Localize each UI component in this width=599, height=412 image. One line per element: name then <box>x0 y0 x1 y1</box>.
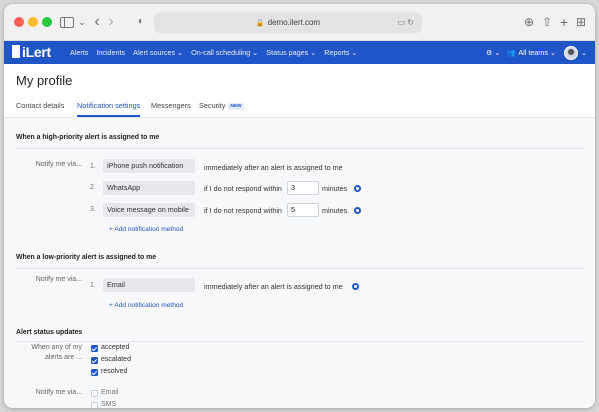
privacy-shield-icon[interactable]: ◐ <box>136 12 146 32</box>
high-row-3-settings-icon[interactable] <box>354 207 361 214</box>
high-row-2-unit: minutes <box>322 184 348 193</box>
resolved-checkbox[interactable] <box>91 369 98 376</box>
high-row-2-minutes-input[interactable]: 3 <box>287 181 319 195</box>
low-priority-title: When a low-priority alert is assigned to… <box>16 254 157 261</box>
high-row-3-unit: minutes <box>322 206 348 215</box>
high-row-3-minutes-input[interactable]: 5 <box>287 203 319 217</box>
tab-security[interactable]: Security NEW <box>199 101 244 110</box>
minimize-window-button[interactable] <box>28 17 38 27</box>
new-tab-icon[interactable]: + <box>558 12 570 32</box>
nav-alerts[interactable]: Alerts <box>70 48 88 57</box>
nav-reports[interactable]: Reports ⌄ <box>324 48 357 57</box>
low-add-method-link[interactable]: + Add notification method <box>109 302 183 309</box>
logo-text: iLert <box>22 44 51 60</box>
lock-icon: 🔒 <box>255 20 265 27</box>
close-window-button[interactable] <box>14 17 24 27</box>
avatar-chevron-icon[interactable]: ⌄ <box>581 48 587 57</box>
browser-window: ⌄ ‹ › ◐ 🔒 demo.ilert.com ▭ ↻ ⊕ ⇧ + ⊞ iLer… <box>4 4 595 408</box>
url-text: demo.ilert.com <box>267 18 321 27</box>
notification-settings-content: When a high-priority alert is assigned t… <box>4 118 595 408</box>
sidebar-toggle-icon[interactable] <box>60 17 74 28</box>
avatar[interactable] <box>563 45 578 60</box>
section-divider <box>16 341 585 342</box>
team-selector[interactable]: All teams ⌄ <box>518 48 556 57</box>
high-notify-label: Notify me via... <box>35 161 82 168</box>
email-checkbox[interactable] <box>91 390 98 397</box>
back-icon[interactable]: ‹ <box>92 12 102 32</box>
downloads-icon[interactable]: ⊕ <box>523 12 535 32</box>
accepted-checkbox[interactable] <box>91 345 98 352</box>
nav-right: ⚙ ⌄ 👥 All teams ⌄ ⌄ <box>486 41 587 64</box>
low-row-1-text: immediately after an alert is assigned t… <box>204 282 343 291</box>
status-updates-title: Alert status updates <box>16 329 83 336</box>
escalated-label: escalated <box>101 356 131 363</box>
profile-tabs: Contact details Notification settings Me… <box>4 97 595 118</box>
when-alerts-label-line-1: When any of my <box>31 344 82 351</box>
high-row-1-method[interactable]: iPhone push notification <box>103 159 195 173</box>
low-row-1-settings-icon[interactable] <box>352 283 359 290</box>
low-row-1-number: 1. <box>90 282 96 289</box>
accepted-label: accepted <box>101 344 130 351</box>
high-add-method-link[interactable]: + Add notification method <box>109 226 183 233</box>
sms-checkbox[interactable] <box>91 402 98 408</box>
high-row-2-text: if I do not respond within <box>204 184 282 193</box>
tab-contact-details[interactable]: Contact details <box>16 101 64 110</box>
logo-mark-icon <box>12 45 20 58</box>
status-notify-label: Notify me via... <box>35 389 82 396</box>
ilert-logo[interactable]: iLert <box>12 44 51 61</box>
low-row-1-method[interactable]: Email <box>103 278 195 292</box>
reader-reload-icon[interactable]: ▭ ↻ <box>398 12 414 33</box>
high-row-2-number: 2. <box>90 184 96 191</box>
teams-icon: 👥 <box>506 48 516 57</box>
share-icon[interactable]: ⇧ <box>541 12 553 32</box>
high-row-2-method[interactable]: WhatsApp <box>103 181 195 195</box>
sms-label: SMS <box>101 401 117 408</box>
tab-notification-settings[interactable]: Notification settings <box>77 101 141 117</box>
tab-security-label: Security <box>199 101 226 110</box>
sidebar-menu-chevron-icon[interactable]: ⌄ <box>78 12 86 32</box>
high-priority-title: When a high-priority alert is assigned t… <box>16 134 160 141</box>
high-row-3-number: 3. <box>90 206 96 213</box>
new-badge: NEW <box>228 103 244 110</box>
nav-alert-sources[interactable]: Alert sources ⌄ <box>133 48 183 57</box>
nav-on-call-scheduling[interactable]: On-call scheduling ⌄ <box>191 48 258 57</box>
page-title: My profile <box>16 73 73 88</box>
section-divider <box>16 268 585 269</box>
nav-incidents[interactable]: Incidents <box>96 48 125 57</box>
tab-messengers[interactable]: Messengers <box>151 101 191 110</box>
high-row-3-method[interactable]: Voice message on mobile <box>103 203 195 217</box>
high-row-3-text: if I do not respond within <box>204 206 282 215</box>
when-alerts-label-line-2: alerts are ... <box>45 354 82 361</box>
nav-status-pages[interactable]: Status pages ⌄ <box>266 48 316 57</box>
address-bar[interactable]: 🔒 demo.ilert.com ▭ ↻ <box>154 12 422 33</box>
settings-gear-icon[interactable]: ⚙ ⌄ <box>486 48 500 57</box>
resolved-label: resolved <box>101 368 128 375</box>
high-row-1-number: 1. <box>90 163 96 170</box>
main-nav: Alerts Incidents Alert sources ⌄ On-call… <box>70 41 365 64</box>
tab-overview-icon[interactable]: ⊞ <box>575 12 587 32</box>
high-row-2-settings-icon[interactable] <box>354 185 361 192</box>
low-notify-label: Notify me via... <box>35 276 82 283</box>
escalated-checkbox[interactable] <box>91 357 98 364</box>
section-divider <box>16 148 585 149</box>
maximize-window-button[interactable] <box>42 17 52 27</box>
app-navbar: iLert Alerts Incidents Alert sources ⌄ O… <box>4 41 595 64</box>
forward-icon[interactable]: › <box>106 12 116 32</box>
browser-toolbar: ⌄ ‹ › ◐ 🔒 demo.ilert.com ▭ ↻ ⊕ ⇧ + ⊞ <box>4 4 595 41</box>
high-row-1-text: immediately after an alert is assigned t… <box>204 163 343 172</box>
email-label: Email <box>101 389 119 396</box>
